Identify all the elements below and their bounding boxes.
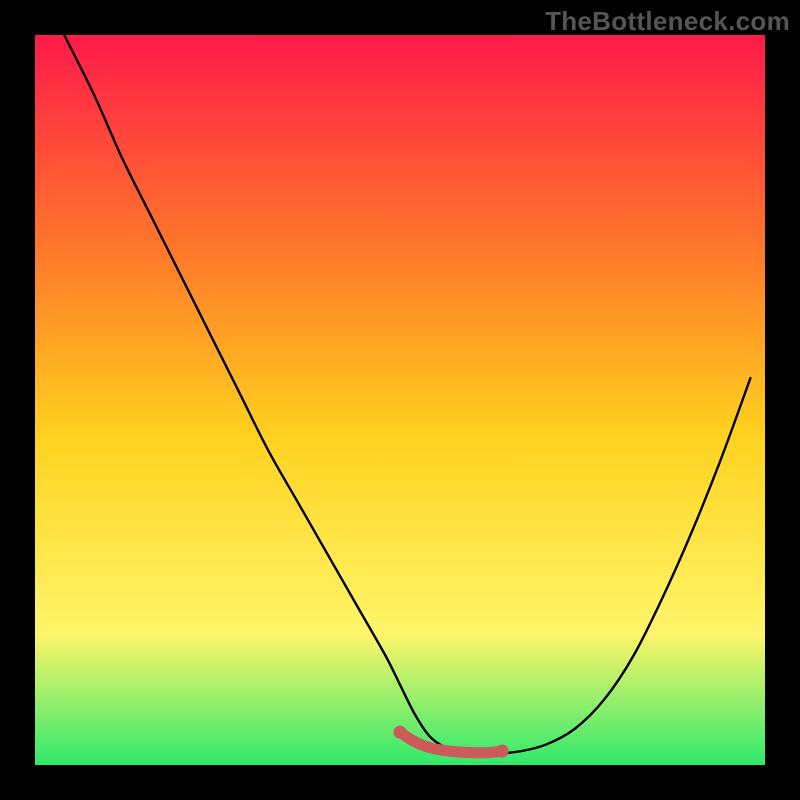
plot-area — [35, 35, 765, 765]
optimal-range-end-dot — [496, 745, 509, 758]
watermark-text: TheBottleneck.com — [545, 6, 790, 37]
optimal-range-start-dot — [394, 726, 407, 739]
gradient-background — [35, 35, 765, 765]
bottleneck-chart — [35, 35, 765, 765]
chart-frame: TheBottleneck.com — [0, 0, 800, 800]
